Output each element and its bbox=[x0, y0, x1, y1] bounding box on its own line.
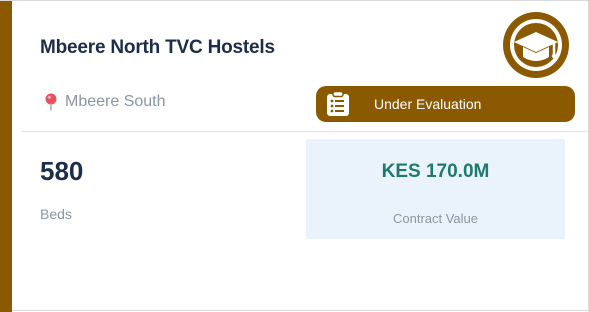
contract-value: KES 170.0M bbox=[381, 161, 490, 182]
map-pin-icon bbox=[45, 93, 57, 111]
contract-value-panel: KES 170.0M Contract Value bbox=[306, 139, 565, 239]
contract-value-label: Contract Value bbox=[392, 211, 479, 226]
graduation-cap-icon bbox=[503, 12, 569, 78]
card-accent-bar bbox=[0, 1, 12, 312]
project-title: Mbeere North TVC Hostels bbox=[40, 37, 275, 58]
clipboard-list-icon bbox=[327, 91, 349, 116]
location: Mbeere South bbox=[45, 93, 166, 111]
beds-value: 580 bbox=[40, 156, 84, 186]
beds-label: Beds bbox=[40, 206, 72, 222]
location-label: Mbeere South bbox=[65, 93, 166, 110]
divider bbox=[22, 131, 587, 132]
status-label: Under Evaluation bbox=[374, 96, 482, 112]
status-badge: Under Evaluation bbox=[316, 86, 575, 122]
project-card: Mbeere North TVC Hostels Mbeere South Un… bbox=[0, 0, 589, 312]
